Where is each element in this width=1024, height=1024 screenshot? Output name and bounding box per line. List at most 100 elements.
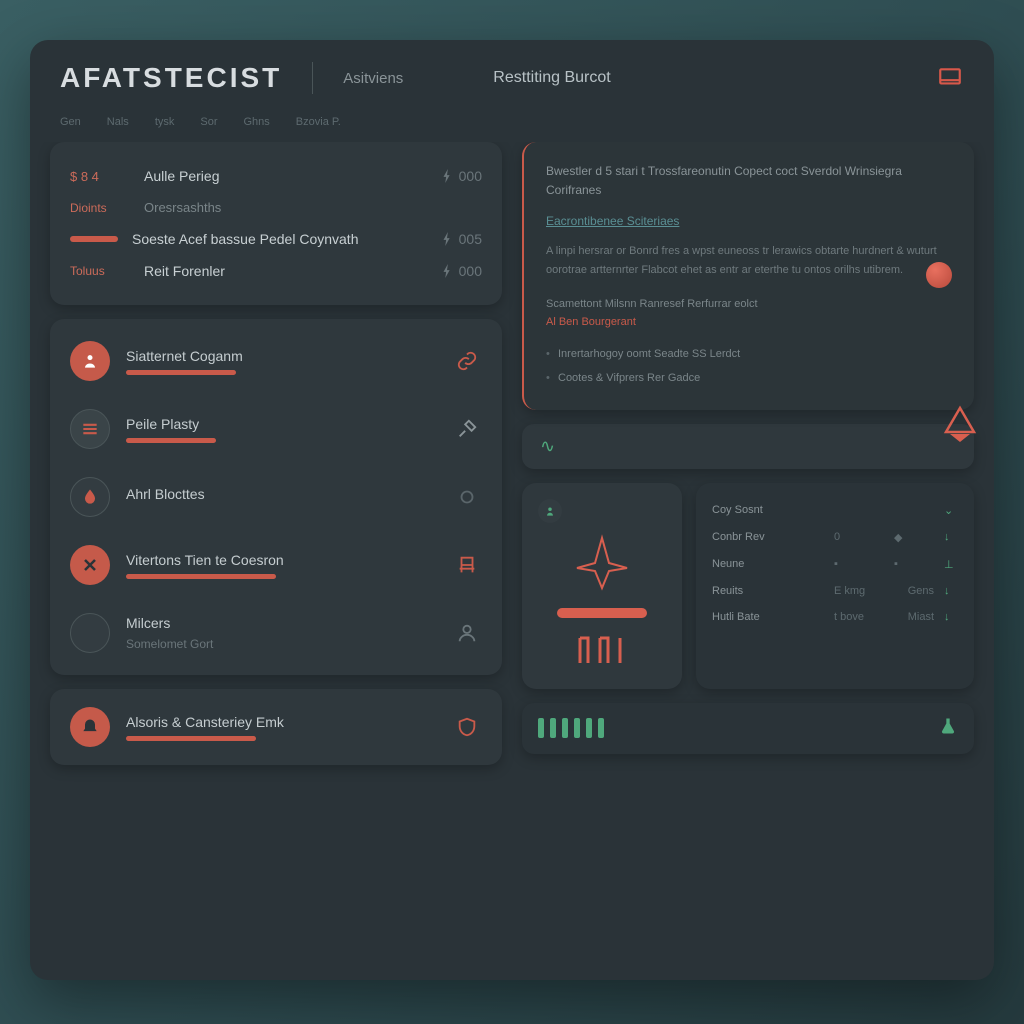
stat-value: 005 [441,231,482,247]
arrow-icon: ↓ [944,585,958,597]
feature-item[interactable]: Ahrl Blocttes [68,463,484,531]
progress-bar [126,736,256,741]
arrow-icon: ↓ [944,611,958,623]
chair-icon [452,554,482,576]
stat-label: Oresrsashths [144,200,482,215]
bottom-feature-card[interactable]: Alsoris & Cansteriey Emk [50,689,502,765]
bottom-row: Coy Sosnt ⌄ Conbr Rev 0 ◆ ↓ Neune ▪ ▪ ⊥ [522,483,974,689]
header-subtitle: Asitviens [343,70,403,87]
progress-strip [522,703,974,754]
activity-strip[interactable]: ∿ [522,424,974,469]
grid-cell: 0 [834,531,884,543]
stat-lead: Dioints [70,201,130,215]
grid-cell: Hutli Bate [712,611,824,623]
stat-lead: $ 8 4 [70,169,130,184]
chevron-down-icon: ⌄ [944,504,958,517]
grid-cell: ▪ [894,558,934,570]
progress-tick [562,718,568,738]
feature-title: Peile Plasty [126,416,436,432]
main-content: $ 8 4 Aulle Perieg 000 Dioints Oresrsash… [30,142,994,980]
feature-item[interactable]: Peile Plasty [68,395,484,463]
feature-title: Ahrl Blocttes [126,486,436,502]
tab-sor[interactable]: Sor [200,116,217,128]
panel-highlight: Al Ben Bourgerant [546,316,952,328]
stat-value: 000 [441,263,482,279]
stat-bar-icon [70,236,118,242]
grid-cell: Conbr Rev [712,531,824,543]
warning-icon [938,402,982,446]
stat-value: 000 [441,168,482,184]
stat-label: Soeste Acef bassue Pedel Coynvath [132,231,427,247]
panel-section: Scamettont Milsnn Ranresef Rerfurrar eol… [546,298,952,310]
shield-icon [452,716,482,738]
feature-title: Siatternet Coganm [126,348,436,364]
arrow-icon: ↓ [944,531,958,543]
tabs-row: Gen Nals tysk Sor Ghns Bzovia P. [30,112,994,142]
header: AFATSTECIST Asitviens Resttiting Burcot [30,40,994,112]
stat-lead: Toluus [70,264,130,278]
progress-tick [586,718,592,738]
stat-label: Reit Forenler [144,263,427,279]
progress-tick [538,718,544,738]
grid-cell: Reuits [712,585,824,597]
grid-row[interactable]: Reuits E kmg Gens ↓ [712,578,958,604]
progress-tick [598,718,604,738]
tab-tysk[interactable]: tysk [155,116,175,128]
feature-item[interactable]: Vitertons Tien te Coesron [68,531,484,599]
stat-label: Aulle Perieg [144,168,427,184]
panel-list-item: Cootes & Vifprers Rer Gadce [546,366,952,390]
tool-icon [452,418,482,440]
viz-card [522,483,682,689]
panel-body: A linpi hersrar or Bonrd fres a wpst eun… [546,242,952,279]
progress-bar [126,574,276,579]
grid-header[interactable]: Coy Sosnt ⌄ [712,497,958,524]
avatar-icon[interactable] [538,499,562,523]
blank-icon [70,613,110,653]
stat-row: Soeste Acef bassue Pedel Coynvath 005 [70,223,482,255]
grid-cell: t bove [834,611,884,623]
data-grid: Coy Sosnt ⌄ Conbr Rev 0 ◆ ↓ Neune ▪ ▪ ⊥ [696,483,974,689]
bars-icon [572,628,632,673]
feature-item[interactable]: Siatternet Coganm [68,327,484,395]
stats-card: $ 8 4 Aulle Perieg 000 Dioints Oresrsash… [50,142,502,305]
progress-tick [550,718,556,738]
progress-tick [574,718,580,738]
grid-cell: Neune [712,558,824,570]
stat-row: $ 8 4 Aulle Perieg 000 [70,160,482,192]
stat-row: Dioints Oresrsashths [70,192,482,223]
progress-bar [126,438,216,443]
tab-ghns[interactable]: Ghns [244,116,270,128]
grid-row[interactable]: Conbr Rev 0 ◆ ↓ [712,524,958,551]
panel-link[interactable]: Eacrontibenee Sciteriaes [546,214,952,228]
feature-title: Alsoris & Cansteriey Emk [126,714,436,730]
brand-title: AFATSTECIST [60,62,282,94]
feature-subtitle: Somelomet Gort [126,637,436,651]
grid-row[interactable]: Neune ▪ ▪ ⊥ [712,551,958,578]
feature-title: Vitertons Tien te Coesron [126,552,436,568]
progress-bar [126,370,236,375]
grid-cell: Miast [894,611,934,623]
header-context: Resttiting Burcot [493,69,610,87]
info-panel: Bwestler d 5 stari t Trossfareonutin Cop… [522,142,974,410]
left-column: $ 8 4 Aulle Perieg 000 Dioints Oresrsash… [50,142,502,960]
grid-cell: ▪ [834,558,884,570]
wave-icon: ∿ [540,436,555,457]
user-icon [452,622,482,644]
tab-nals[interactable]: Nals [107,116,129,128]
close-icon [70,545,110,585]
grid-row[interactable]: Hutli Bate t bove Miast ↓ [712,604,958,630]
flask-icon[interactable] [938,715,958,742]
divider [312,62,313,94]
monitor-icon[interactable] [936,64,964,92]
grid-cell: Gens [894,585,934,597]
panel-list-item: Inrertarhogoy oomt Seadte SS Lerdct [546,342,952,366]
tab-bzovia[interactable]: Bzovia P. [296,116,341,128]
drop-icon [70,477,110,517]
bell-icon [70,707,110,747]
grid-cell: E kmg [834,585,884,597]
panel-title: Bwestler d 5 stari t Trossfareonutin Cop… [546,162,952,200]
stat-row: Toluus Reit Forenler 000 [70,255,482,287]
tab-gen[interactable]: Gen [60,116,81,128]
circle-icon [452,486,482,508]
feature-item[interactable]: MilcersSomelomet Gort [68,599,484,667]
